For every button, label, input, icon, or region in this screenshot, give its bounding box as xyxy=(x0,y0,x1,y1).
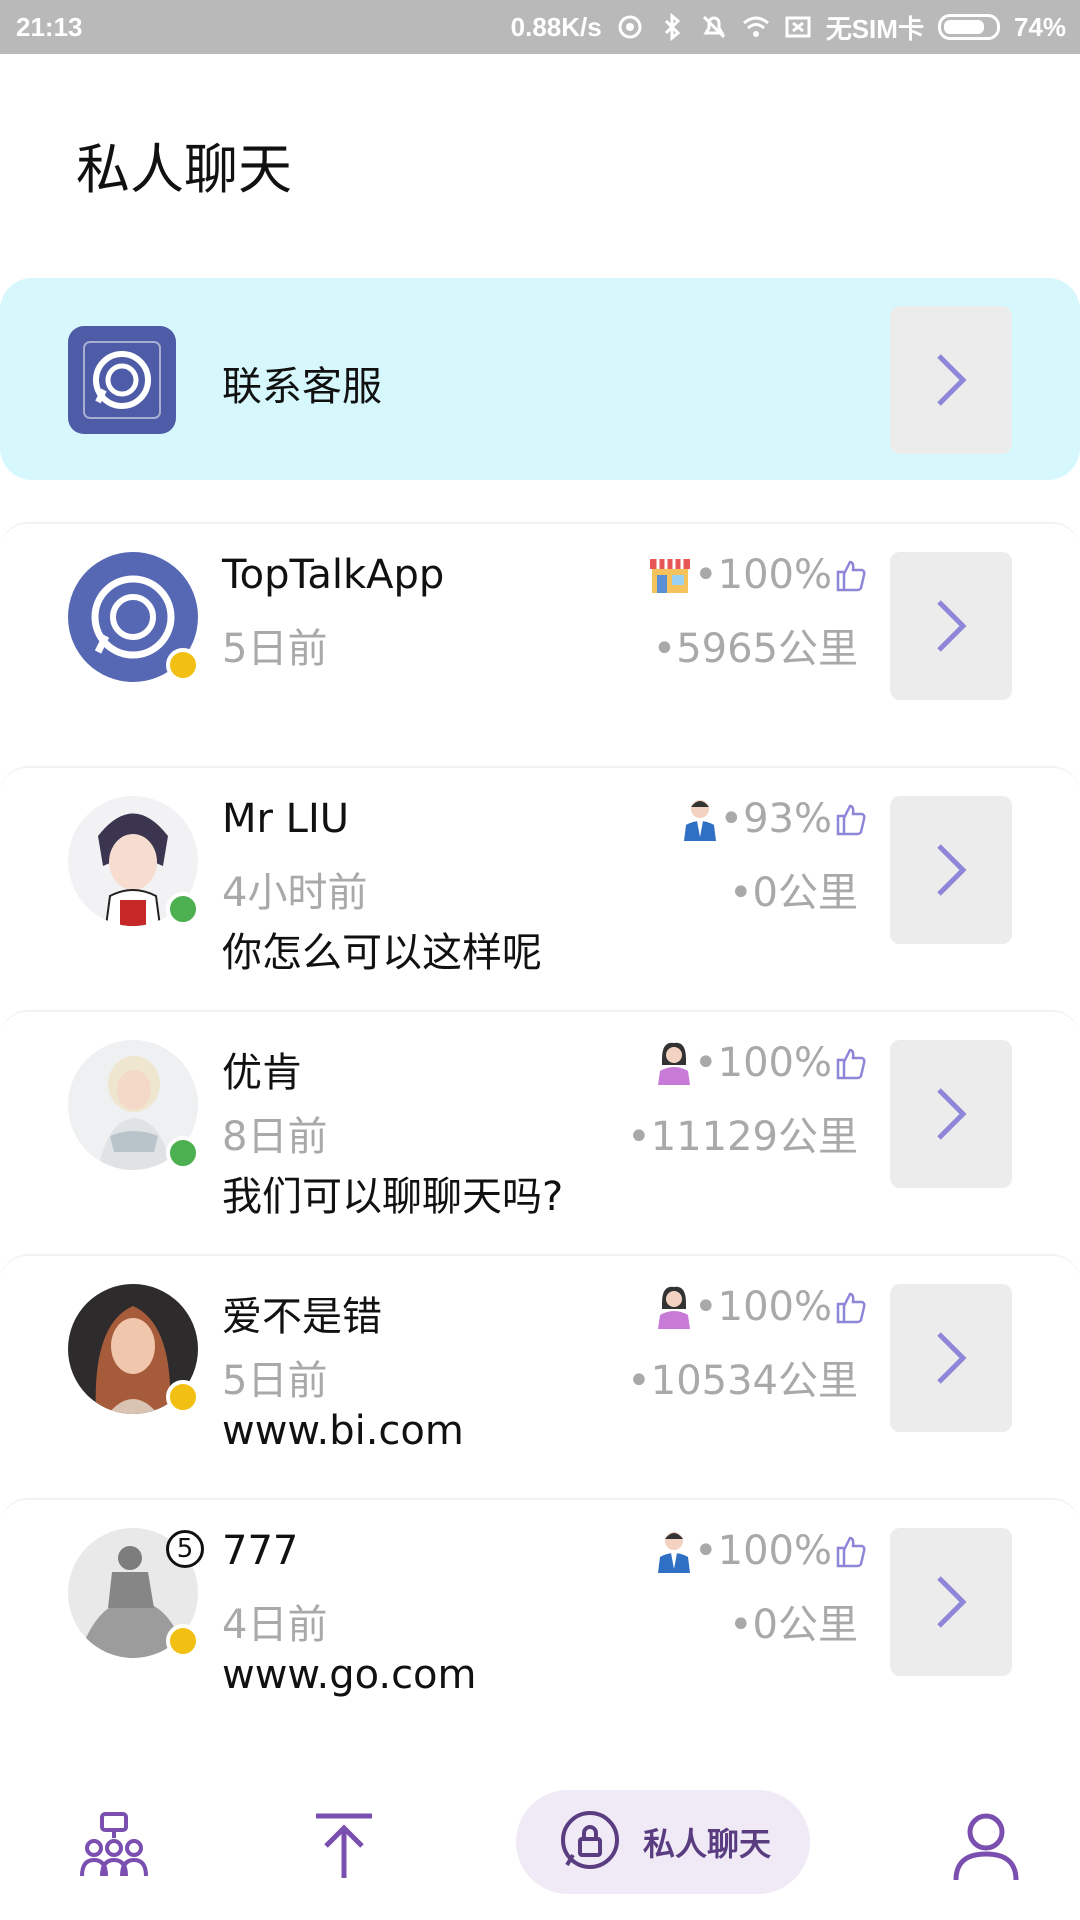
status-away-dot xyxy=(166,1624,200,1658)
distance: •5965公里 xyxy=(652,626,858,672)
nav-profile[interactable] xyxy=(930,1796,1042,1896)
chevron-right-icon xyxy=(937,844,967,896)
no-sim-icon xyxy=(785,16,811,38)
chevron-right-icon xyxy=(937,1332,967,1384)
rating: •100% xyxy=(656,1284,866,1330)
chevron-right-button[interactable] xyxy=(890,1284,1012,1432)
thumbs-up-icon xyxy=(836,1048,866,1080)
groups-icon xyxy=(80,1812,148,1877)
status-online-dot xyxy=(166,1136,200,1170)
female-user-icon xyxy=(658,1042,691,1085)
chevron-right-button[interactable] xyxy=(890,796,1012,944)
chevron-right-button[interactable] xyxy=(890,1528,1012,1676)
last-active: 4日前 xyxy=(222,1602,328,1648)
private-chat-icon xyxy=(560,1811,619,1869)
profile-icon xyxy=(953,1813,1019,1881)
last-active: 4小时前 xyxy=(222,870,368,916)
carrier-label: 无SIM卡 xyxy=(825,13,924,44)
thumbs-up-icon xyxy=(836,560,866,592)
rating: •100% xyxy=(656,1528,866,1574)
last-message: 你怎么可以这样呢 xyxy=(222,930,542,976)
distance: •11129公里 xyxy=(627,1114,858,1160)
contact-name: 777 xyxy=(222,1528,299,1574)
male-user-icon xyxy=(658,1532,691,1573)
chat-row[interactable]: 优肯 8日前 我们可以聊聊天吗? •100% •11129公里 xyxy=(0,1010,1080,1254)
chat-row[interactable]: 5 777 4日前 www.go.com •100% •0公里 xyxy=(0,1498,1080,1742)
chat-row[interactable]: TopTalkApp 5日前 •100% •5965公里 xyxy=(0,522,1080,766)
page-title: 私人聊天 xyxy=(76,138,292,201)
battery-level: 74% xyxy=(1013,11,1066,42)
net-speed: 0.88K/s xyxy=(510,11,602,42)
contact-name: Mr LIU xyxy=(222,796,350,842)
female-user-icon xyxy=(658,1286,691,1329)
rating-text: •100% xyxy=(694,1528,832,1574)
last-active: 5日前 xyxy=(222,1358,328,1404)
status-bar: 21:13 0.88K/s 无SIM卡 74% xyxy=(0,0,1080,54)
rating-text: •100% xyxy=(694,1040,832,1086)
bluetooth-icon xyxy=(664,13,680,41)
rating-text: •100% xyxy=(694,552,832,598)
distance: •0公里 xyxy=(728,870,858,916)
distance: •10534公里 xyxy=(627,1358,858,1404)
last-message: 我们可以聊聊天吗? xyxy=(222,1174,564,1220)
upload-icon xyxy=(316,1813,372,1878)
shop-icon xyxy=(650,559,691,593)
last-active: 8日前 xyxy=(222,1114,328,1160)
chevron-right-icon xyxy=(937,354,967,406)
thumbs-up-icon xyxy=(836,1536,866,1568)
battery-icon xyxy=(937,14,1000,40)
nav-groups[interactable] xyxy=(58,1796,170,1896)
rating: •100% xyxy=(656,1040,866,1086)
status-away-dot xyxy=(166,648,200,682)
rating-text: •100% xyxy=(694,1284,832,1330)
contact-name: 优肯 xyxy=(222,1050,302,1096)
hotspot-icon xyxy=(618,15,642,39)
thumbs-up-icon xyxy=(836,1292,866,1324)
chat-row[interactable]: 爱不是错 5日前 www.bi.com •100% •10534公里 xyxy=(0,1254,1080,1498)
nav-private-chat-label: 私人聊天 xyxy=(642,1825,771,1863)
distance: •0公里 xyxy=(728,1602,858,1648)
contact-name: 爱不是错 xyxy=(222,1294,382,1340)
contact-name: TopTalkApp xyxy=(222,552,445,598)
chevron-right-button[interactable] xyxy=(890,306,1012,454)
rating: •100% xyxy=(648,552,866,598)
status-icons: 0.88K/s 无SIM卡 74% xyxy=(511,10,1066,44)
male-user-icon xyxy=(683,800,716,841)
nav-top[interactable] xyxy=(288,1796,400,1896)
chevron-right-icon xyxy=(937,1576,967,1628)
last-message: www.bi.com xyxy=(222,1408,464,1454)
rating: •93% xyxy=(682,796,867,842)
customer-service-card[interactable]: 联系客服 xyxy=(0,278,1080,480)
mute-icon xyxy=(702,15,725,39)
chevron-right-icon xyxy=(937,600,967,652)
chevron-right-icon xyxy=(937,1088,967,1140)
chevron-right-button[interactable] xyxy=(890,1040,1012,1188)
bottom-nav: 私人聊天 xyxy=(0,1760,1080,1920)
nav-private-chat[interactable]: 私人聊天 xyxy=(516,1790,810,1894)
status-away-dot xyxy=(166,1380,200,1414)
last-message: www.go.com xyxy=(222,1652,477,1698)
customer-service-label: 联系客服 xyxy=(222,364,382,410)
chat-row[interactable]: Mr LIU 4小时前 你怎么可以这样呢 •93% •0公里 xyxy=(0,766,1080,1010)
rating-text: •93% xyxy=(719,796,833,842)
status-online-dot xyxy=(166,892,200,926)
chevron-right-button[interactable] xyxy=(890,552,1012,700)
thumbs-up-icon xyxy=(836,804,866,836)
wifi-icon xyxy=(742,16,769,37)
last-active: 5日前 xyxy=(222,626,328,672)
app-logo-icon xyxy=(68,326,176,434)
status-time: 21:13 xyxy=(16,12,83,42)
unread-count-badge: 5 xyxy=(166,1530,204,1568)
